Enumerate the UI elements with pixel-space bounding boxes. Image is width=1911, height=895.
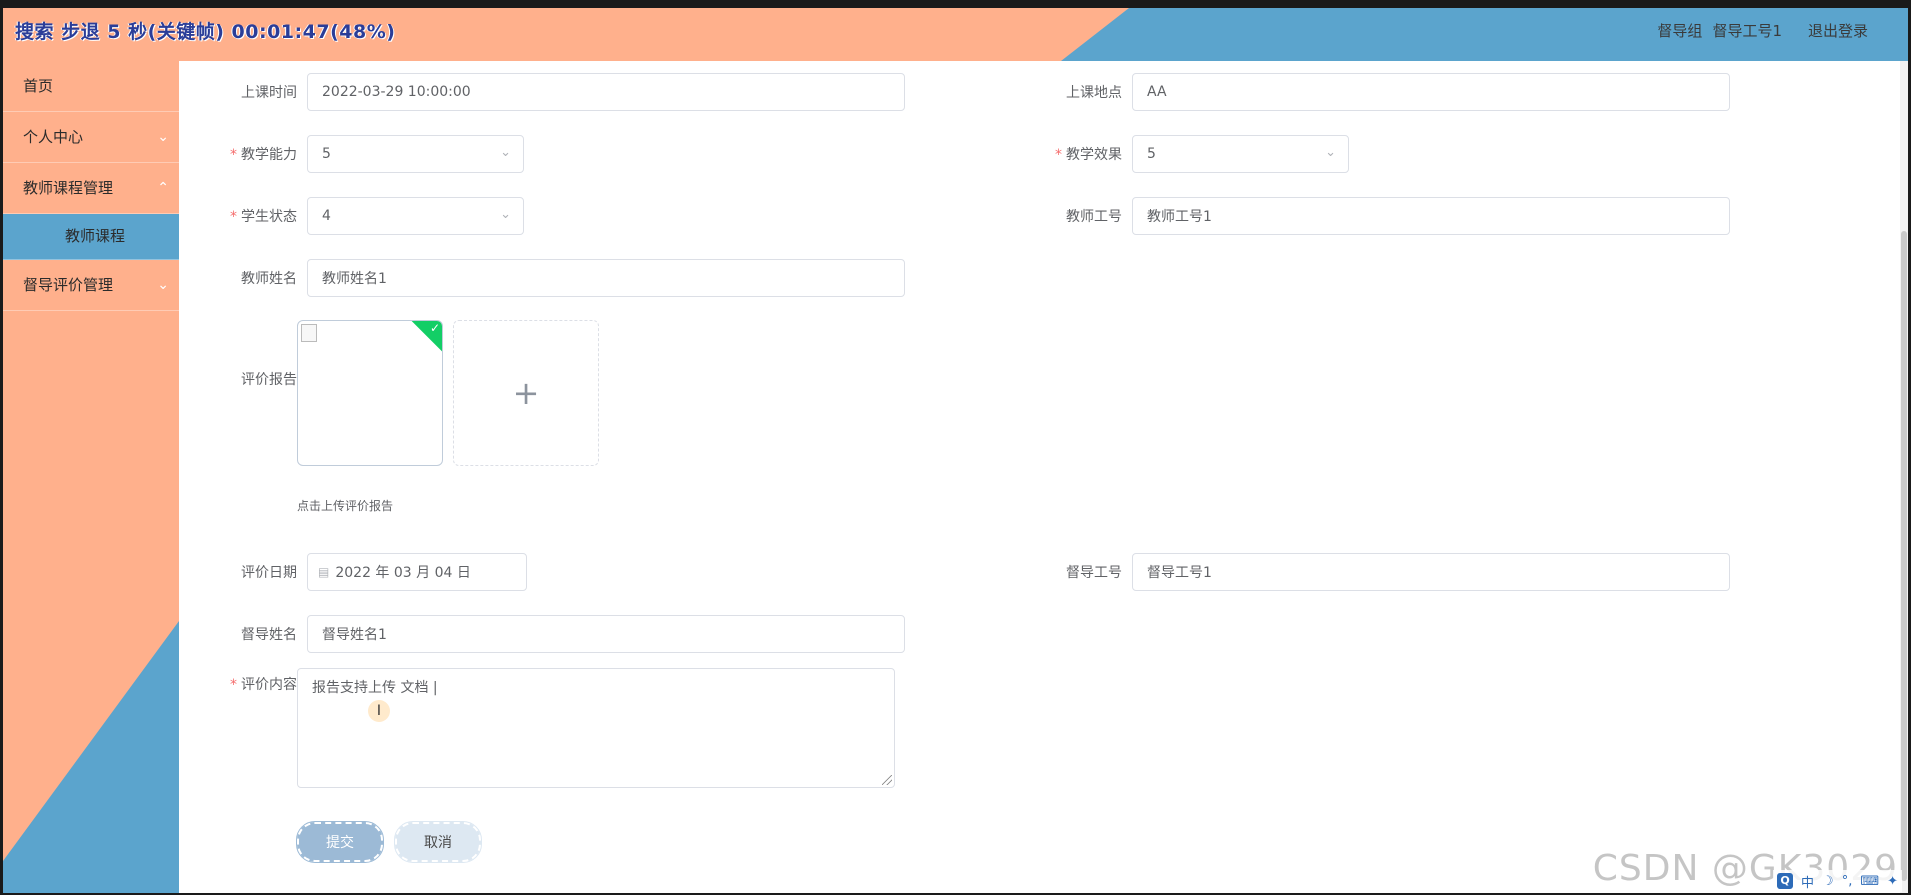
chevron-down-icon: ⌄: [157, 129, 169, 145]
supervisor-name-label: 督导姓名: [241, 627, 297, 643]
keyboard-icon: ⌨: [1860, 873, 1880, 889]
sidebar-item-supervision-eval-mgmt[interactable]: 督导评价管理 ⌄: [3, 260, 179, 311]
sidebar-item-home[interactable]: 首页: [3, 61, 179, 112]
user-role: 督导组: [1657, 22, 1703, 40]
scrollbar-thumb[interactable]: [1901, 231, 1907, 881]
settings-icon: ✦: [1887, 873, 1898, 889]
app-window: 搜索 步退 5 秒(关键帧) 00:01:47(48%) 督导组 督导工号1 退…: [3, 8, 1908, 893]
ime-language[interactable]: 中: [1801, 872, 1814, 891]
required-mark: *: [230, 147, 237, 163]
teaching-effect-field: * 教学效果 5 ⌄: [1037, 135, 1349, 173]
resize-handle-icon[interactable]: [882, 775, 892, 785]
moon-icon: ☽: [1822, 873, 1834, 889]
logout-link[interactable]: 退出登录: [1808, 20, 1868, 41]
teacher-id-field: 教师工号 教师工号1: [1037, 197, 1730, 235]
punctuation-icon: °,: [1841, 873, 1853, 889]
plus-icon: +: [512, 374, 540, 412]
sidebar-item-personal-center[interactable]: 个人中心 ⌄: [3, 112, 179, 163]
eval-content-field: * 评价内容: [212, 674, 307, 694]
student-status-select[interactable]: 4 ⌄: [307, 197, 524, 235]
class-time-field: 上课时间 2022-03-29 10:00:00: [212, 73, 905, 111]
class-location-label: 上课地点: [1066, 85, 1122, 101]
supervisor-id-label: 督导工号: [1066, 565, 1122, 581]
eval-content-label: 评价内容: [241, 677, 297, 693]
sidebar-subitem-teacher-course[interactable]: 教师课程: [3, 214, 179, 260]
submit-button[interactable]: 提交: [296, 821, 384, 863]
upload-add-button[interactable]: +: [453, 320, 599, 466]
eval-date-picker[interactable]: ▤ 2022 年 03 月 04 日: [307, 553, 527, 591]
required-mark: *: [230, 677, 237, 693]
ime-logo-icon: Q: [1777, 873, 1794, 889]
class-location-field: 上课地点 AA: [1037, 73, 1730, 111]
teacher-name-input[interactable]: 教师姓名1: [307, 259, 905, 297]
report-label: 评价报告: [241, 372, 297, 388]
chevron-up-icon: ⌃: [157, 180, 169, 196]
supervisor-id-input[interactable]: 督导工号1: [1132, 553, 1730, 591]
calendar-icon: ▤: [318, 565, 330, 579]
broken-image-icon: [301, 324, 317, 342]
supervisor-id-field: 督导工号 督导工号1: [1037, 553, 1730, 591]
top-header: 搜索 步退 5 秒(关键帧) 00:01:47(48%) 督导组 督导工号1 退…: [3, 8, 1908, 61]
eval-content-textarea[interactable]: 报告支持上传 文档 |: [297, 668, 895, 788]
teaching-ability-field: * 教学能力 5 ⌄: [212, 135, 524, 173]
chevron-down-icon: ⌄: [500, 145, 511, 160]
eval-date-label: 评价日期: [241, 565, 297, 581]
student-status-label: 学生状态: [241, 209, 297, 225]
sidebar-item-teacher-course-mgmt[interactable]: 教师课程管理 ⌃: [3, 163, 179, 214]
supervisor-name-field: 督导姓名 督导姓名1: [212, 615, 905, 653]
student-status-field: * 学生状态 4 ⌄: [212, 197, 524, 235]
chevron-down-icon: ⌄: [500, 207, 511, 222]
user-name: 督导工号1: [1712, 22, 1782, 40]
upload-tip: 点击上传评价报告: [297, 499, 394, 513]
report-field: 评价报告: [212, 369, 307, 389]
teaching-ability-select[interactable]: 5 ⌄: [307, 135, 524, 173]
video-overlay-title: 搜索 步退 5 秒(关键帧) 00:01:47(48%): [15, 21, 396, 43]
supervisor-name-input[interactable]: 督导姓名1: [307, 615, 905, 653]
class-location-input[interactable]: AA: [1132, 73, 1730, 111]
evaluation-form: 上课时间 2022-03-29 10:00:00 上课地点 AA * 教学能力 5…: [179, 61, 1902, 893]
teaching-ability-label: 教学能力: [241, 147, 297, 163]
class-time-label: 上课时间: [241, 85, 297, 101]
teacher-name-label: 教师姓名: [241, 271, 297, 287]
uploaded-report-thumbnail[interactable]: ✓: [297, 320, 443, 466]
teacher-name-field: 教师姓名 教师姓名1: [212, 259, 905, 297]
class-time-input[interactable]: 2022-03-29 10:00:00: [307, 73, 905, 111]
sidebar: 首页 个人中心 ⌄ 教师课程管理 ⌃ 教师课程 督导评价管理 ⌄: [3, 61, 179, 893]
required-mark: *: [230, 209, 237, 225]
chevron-down-icon: ⌄: [157, 277, 169, 293]
teacher-id-input[interactable]: 教师工号1: [1132, 197, 1730, 235]
teaching-effect-select[interactable]: 5 ⌄: [1132, 135, 1349, 173]
vertical-scrollbar[interactable]: [1900, 61, 1908, 893]
eval-date-field: 评价日期 ▤ 2022 年 03 月 04 日: [212, 553, 527, 591]
header-user-area: 督导组 督导工号1 退出登录: [1657, 20, 1868, 41]
required-mark: *: [1055, 147, 1062, 163]
ime-toolbar[interactable]: Q 中 ☽ °, ⌨ ✦: [1773, 870, 1902, 892]
teacher-id-label: 教师工号: [1066, 209, 1122, 225]
text-cursor-icon: I: [368, 700, 390, 722]
check-icon: ✓: [429, 321, 440, 335]
teaching-effect-label: 教学效果: [1066, 147, 1122, 163]
chevron-down-icon: ⌄: [1325, 145, 1336, 160]
cancel-button[interactable]: 取消: [394, 821, 482, 863]
